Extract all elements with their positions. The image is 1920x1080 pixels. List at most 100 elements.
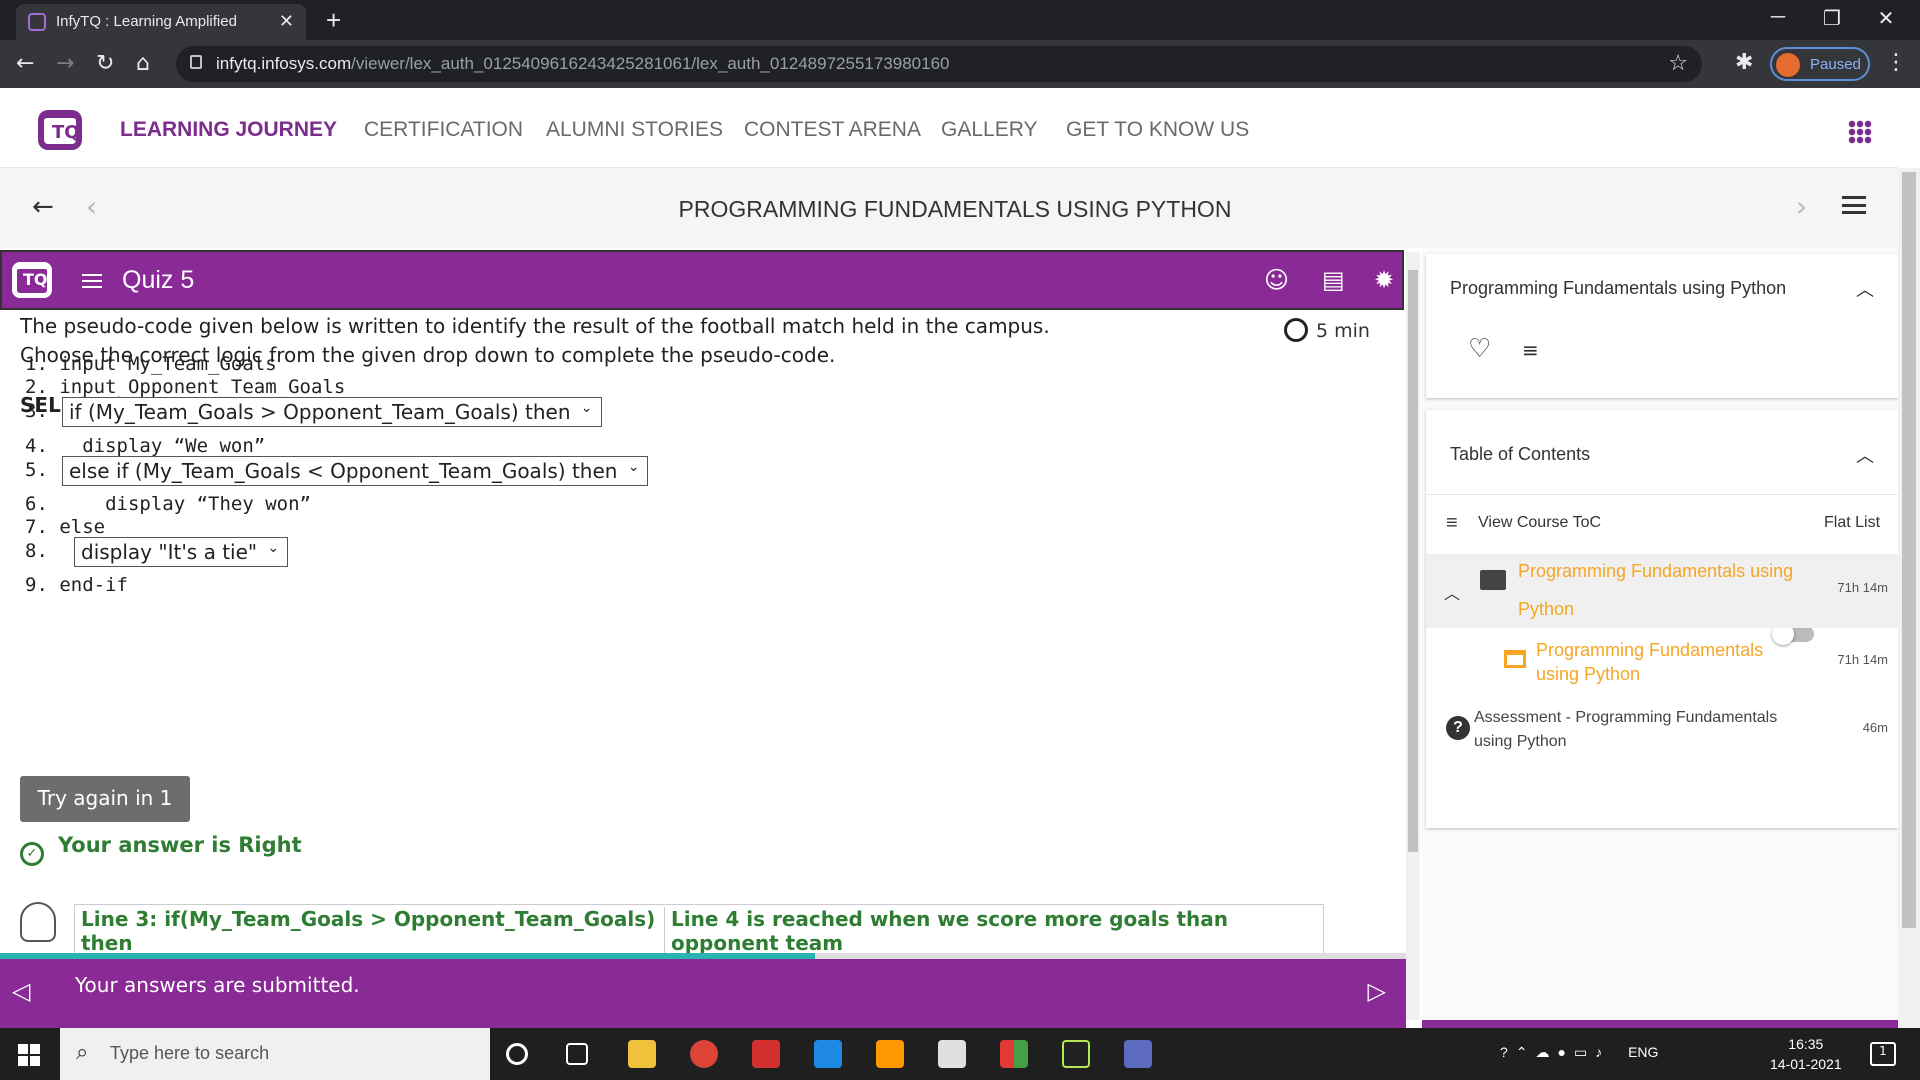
nav-alumni-stories[interactable]: ALUMNI STORIES xyxy=(546,118,723,142)
quiz-scrollbar-thumb[interactable] xyxy=(1408,270,1418,852)
url-text: infytq.infosys.com/viewer/lex_auth_01254… xyxy=(216,54,950,73)
flat-list-label: Flat List xyxy=(1824,514,1881,531)
new-tab-button[interactable]: + xyxy=(326,5,341,36)
view-course-toc-link[interactable]: View Course ToC xyxy=(1478,514,1601,532)
profile-button[interactable]: Paused xyxy=(1770,47,1870,81)
infytq-favicon-icon xyxy=(28,13,46,31)
dropdown-line-5[interactable]: else if (My_Team_Goals < Opponent_Team_G… xyxy=(62,456,649,486)
nav-get-to-know-us[interactable]: GET TO KNOW US xyxy=(1066,118,1249,142)
bookmark-star-icon[interactable]: ☆ xyxy=(1668,51,1688,76)
code-line-5: 5. xyxy=(25,459,48,481)
quiz-scrollbar[interactable] xyxy=(1406,252,1420,1020)
back-icon[interactable]: ← xyxy=(16,51,34,76)
dropdown-line-3[interactable]: if (My_Team_Goals > Opponent_Team_Goals)… xyxy=(62,397,602,427)
playlist-icon[interactable]: ≡ xyxy=(1522,338,1539,362)
code-line-8: 8. xyxy=(25,540,48,562)
tray-icons[interactable]: ?⌃☁●▭♪ xyxy=(1500,1044,1610,1060)
close-tab-icon[interactable]: ✕ xyxy=(279,11,294,32)
quiz-menu-icon[interactable] xyxy=(82,274,102,288)
nav-gallery[interactable]: GALLERY xyxy=(941,118,1038,142)
toc-item-course[interactable]: Programming Fundamentals using Python 71… xyxy=(1426,632,1898,692)
next-triangle-icon[interactable]: ▷ xyxy=(1368,977,1386,1005)
heart-icon[interactable]: ♡ xyxy=(1468,334,1491,364)
language-indicator[interactable]: ENG xyxy=(1628,1044,1658,1060)
file-explorer-icon[interactable] xyxy=(628,1040,656,1068)
brain-idea-icon xyxy=(20,902,56,942)
taskbar-search-placeholder: Type here to search xyxy=(110,1043,270,1063)
collapse-chevron-icon[interactable]: ︿ xyxy=(1856,276,1874,302)
collapse-chevron-icon[interactable]: ︿ xyxy=(1856,442,1874,468)
tab-title: InfyTQ : Learning Amplified xyxy=(56,13,237,30)
smiley-icon[interactable]: ☺ xyxy=(1264,266,1289,294)
system-tray[interactable]: ?⌃☁●▭♪ ENG xyxy=(1500,1044,1658,1061)
reload-icon[interactable]: ↻ xyxy=(96,51,114,76)
toc-item-label: Assessment - Programming Fundamentals us… xyxy=(1474,709,1778,750)
windows-start-icon[interactable] xyxy=(18,1044,40,1066)
search-icon: ⌕ xyxy=(76,1040,89,1065)
teams-icon[interactable] xyxy=(1124,1040,1152,1068)
sublime-icon[interactable] xyxy=(876,1040,904,1068)
infytq-logo[interactable]: TQ xyxy=(38,110,82,150)
code-line-4: 4. display “We won” xyxy=(25,435,266,457)
address-bar[interactable]: infytq.infosys.com/viewer/lex_auth_01254… xyxy=(176,46,1702,82)
document-icon[interactable] xyxy=(938,1040,966,1068)
pycharm-icon[interactable] xyxy=(1062,1040,1090,1068)
chevron-down-icon: ⌄ xyxy=(267,540,280,556)
extensions-icon[interactable]: ✱ xyxy=(1735,50,1753,75)
quiz-timer: 5 min xyxy=(1284,318,1370,342)
module-icon xyxy=(1504,650,1526,668)
next-chevron-icon[interactable]: › xyxy=(1796,190,1807,223)
course-sidebar: Programming Fundamentals using Python ︿ … xyxy=(1422,248,1898,1028)
task-view-icon[interactable] xyxy=(566,1043,588,1065)
chevron-up-icon[interactable]: ︿ xyxy=(1444,580,1460,604)
settings-gear-icon[interactable]: ✹ xyxy=(1374,266,1394,294)
stopwatch-icon xyxy=(1284,318,1308,342)
toc-item-module[interactable]: ︿ Programming Fundamentals using Python … xyxy=(1426,554,1898,628)
dropdown-line-8[interactable]: display "It's a tie" ⌄ xyxy=(74,537,289,567)
windows-taskbar: ⌕ Type here to search ?⌃☁●▭♪ ENG 16:35 1… xyxy=(0,1028,1920,1080)
apps-grid-icon[interactable] xyxy=(1848,120,1872,144)
dropdown-line-5-value: else if (My_Team_Goals < Opponent_Team_G… xyxy=(69,459,618,483)
home-icon[interactable]: ⌂ xyxy=(136,51,150,76)
page-scrollbar-thumb[interactable] xyxy=(1902,172,1916,928)
browser-tab[interactable]: InfyTQ : Learning Amplified ✕ xyxy=(16,4,306,40)
nav-contest-arena[interactable]: CONTEST ARENA xyxy=(744,118,921,142)
browser-menu-icon[interactable]: ⋮ xyxy=(1885,50,1907,75)
clock-date: 14-01-2021 xyxy=(1770,1056,1842,1072)
taskbar-search-box[interactable]: ⌕ Type here to search xyxy=(60,1028,490,1080)
cortana-icon[interactable] xyxy=(506,1043,528,1065)
toc-item-assessment[interactable]: ? Assessment - Programming Fundamentals … xyxy=(1426,700,1898,760)
nav-learning-journey[interactable]: LEARNING JOURNEY xyxy=(120,118,337,142)
code-line-2: 2. input Opponent_Team_Goals xyxy=(25,376,346,398)
calendar-icon[interactable]: ▤ xyxy=(1322,266,1345,294)
app-tiles-icon[interactable] xyxy=(1000,1040,1028,1068)
quiz-title-bar: TQ Quiz 5 ☺ ▤ ✹ xyxy=(0,250,1404,310)
quiz-panel: TQ Quiz 5 ☺ ▤ ✹ The pseudo-code given be… xyxy=(0,248,1406,1028)
clock-time: 16:35 xyxy=(1788,1036,1824,1052)
chrome-icon[interactable] xyxy=(690,1040,718,1068)
minimize-icon[interactable]: ─ xyxy=(1758,6,1798,29)
list-icon: ≡ xyxy=(1446,512,1458,534)
page-scrollbar[interactable] xyxy=(1898,168,1920,1028)
dropdown-line-3-value: if (My_Team_Goals > Opponent_Team_Goals)… xyxy=(69,400,571,424)
previous-triangle-icon[interactable]: ◁ xyxy=(12,977,30,1005)
close-window-icon[interactable]: ✕ xyxy=(1866,6,1906,31)
vscode-icon[interactable] xyxy=(814,1040,842,1068)
course-title: PROGRAMMING FUNDAMENTALS USING PYTHON xyxy=(678,196,1232,222)
nav-certification[interactable]: CERTIFICATION xyxy=(364,118,523,142)
quiz-title: Quiz 5 xyxy=(122,266,195,294)
question-mark-icon: ? xyxy=(1446,716,1470,740)
notification-center-icon[interactable]: 1 xyxy=(1870,1042,1896,1066)
course-menu-icon[interactable] xyxy=(1842,196,1866,214)
restore-icon[interactable]: ❐ xyxy=(1812,6,1852,31)
try-again-button[interactable]: Try again in 1 xyxy=(20,776,190,822)
profile-status: Paused xyxy=(1810,56,1861,73)
forward-icon[interactable]: → xyxy=(56,51,74,76)
toc-title: Table of Contents xyxy=(1450,444,1591,464)
taskbar-clock[interactable]: 16:35 14-01-2021 xyxy=(1770,1034,1842,1074)
acrobat-icon[interactable] xyxy=(752,1040,780,1068)
submission-bar: ◁ Your answers are submitted. ▷ xyxy=(0,959,1406,1028)
site-header: TQ LEARNING JOURNEY CERTIFICATION ALUMNI… xyxy=(0,88,1898,168)
submitted-message: Your answers are submitted. xyxy=(75,973,360,997)
question-line-1: The pseudo-code given below is written t… xyxy=(20,314,1050,338)
